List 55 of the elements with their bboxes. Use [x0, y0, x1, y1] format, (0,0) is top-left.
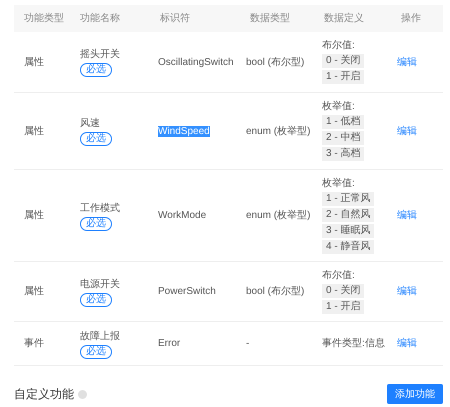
option-tag: 2 - 中档: [322, 131, 364, 145]
edit-link[interactable]: 编辑: [397, 210, 417, 221]
identifier: Error: [158, 338, 180, 349]
definition-text: 事件类型:信息: [322, 338, 385, 349]
option-tag: 1 - 开启: [322, 70, 364, 84]
table-cell: bool (布尔型): [246, 56, 304, 68]
edit-link[interactable]: 编辑: [397, 56, 417, 68]
required-badge: 必选: [80, 216, 112, 230]
column-header: 数据类型: [250, 13, 290, 24]
definition-label: 枚举值:: [322, 101, 355, 113]
identifier: WorkMode: [158, 210, 206, 221]
identifier: PowerSwitch: [158, 286, 216, 297]
add-feature-button[interactable]: 添加功能: [387, 384, 443, 404]
table-cell: 属性: [24, 56, 44, 68]
feature-name: 风速: [80, 116, 100, 131]
option-tag: 2 - 自然风: [322, 208, 374, 222]
option-tag: 0 - 关闭: [322, 54, 364, 68]
edit-link[interactable]: 编辑: [397, 126, 417, 136]
required-badge: 必选: [80, 63, 112, 77]
definition-label: 布尔值:: [322, 40, 355, 52]
column-header: 功能类型: [24, 13, 64, 24]
option-tag: 1 - 正常风: [322, 192, 374, 206]
feature-name: 电源开关: [80, 278, 120, 292]
feature-name: 摇头开关: [80, 48, 120, 62]
table-cell: bool (布尔型): [246, 286, 304, 297]
option-tag: 0 - 关闭: [322, 284, 364, 298]
table-cell: enum (枚举型): [246, 210, 310, 221]
edit-link[interactable]: 编辑: [397, 338, 417, 349]
definition-label: 布尔值:: [322, 270, 355, 282]
option-tag: 1 - 开启: [322, 300, 364, 314]
option-tag: 4 - 静音风: [322, 240, 374, 254]
table-cell: -: [246, 338, 250, 349]
identifier: OscillatingSwitch: [158, 56, 234, 68]
table-cell: enum (枚举型): [246, 126, 310, 136]
info-icon: [78, 390, 87, 398]
column-header: 标识符: [160, 13, 190, 24]
table-cell: 属性: [24, 286, 44, 297]
feature-name: 故障上报: [80, 330, 120, 344]
table-cell: 属性: [24, 126, 44, 136]
option-tag: 3 - 睡眠风: [322, 224, 374, 238]
option-tag: 3 - 高档: [322, 147, 364, 161]
feature-name: 工作模式: [80, 202, 120, 216]
identifier: WindSpeed: [158, 126, 210, 136]
option-tag: 1 - 低档: [322, 115, 364, 129]
column-header: 功能名称: [80, 13, 120, 24]
definition-label: 枚举值:: [322, 178, 355, 190]
table-cell: 属性: [24, 210, 44, 221]
column-header: 数据定义: [324, 13, 364, 24]
table-cell: 事件: [24, 338, 44, 349]
required-badge: 必选: [80, 344, 112, 358]
required-badge: 必选: [80, 132, 112, 146]
column-header: 操作: [401, 13, 421, 24]
edit-link[interactable]: 编辑: [397, 286, 417, 297]
required-badge: 必选: [80, 292, 112, 306]
section-title: 自定义功能: [14, 386, 74, 403]
